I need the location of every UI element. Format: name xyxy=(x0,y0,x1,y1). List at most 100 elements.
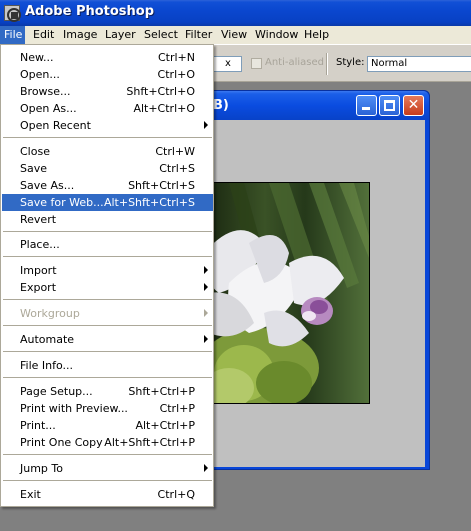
submenu-arrow-icon xyxy=(204,335,208,343)
menu-item-label: Automate xyxy=(20,333,75,346)
menu-item-shortcut: Shft+Ctrl+O xyxy=(126,85,195,98)
menu-item-browse[interactable]: Browse... Shft+Ctrl+O xyxy=(2,83,213,100)
menu-item-label: New... xyxy=(20,51,54,64)
submenu-arrow-icon xyxy=(204,283,208,291)
menu-item-open[interactable]: Open... Ctrl+O xyxy=(2,66,213,83)
menu-item-label: Revert xyxy=(20,213,57,226)
menu-image[interactable]: Image xyxy=(63,26,97,44)
menu-item-shortcut: Shft+Ctrl+S xyxy=(128,179,195,192)
menu-layer[interactable]: Layer xyxy=(105,26,136,44)
menu-item-label: Open As... xyxy=(20,102,77,115)
menu-item-print-with-preview[interactable]: Print with Preview... Ctrl+P xyxy=(2,400,213,417)
menu-file[interactable]: File xyxy=(0,26,25,44)
menu-item-open-as[interactable]: Open As... Alt+Ctrl+O xyxy=(2,100,213,117)
menu-item-print[interactable]: Print... Alt+Ctrl+P xyxy=(2,417,213,434)
file-menu-dropdown: New... Ctrl+N Open... Ctrl+O Browse... S… xyxy=(0,44,214,507)
menu-filter[interactable]: Filter xyxy=(185,26,212,44)
style-label: Style: xyxy=(336,57,365,68)
minimize-icon xyxy=(362,107,370,110)
menu-item-label: Page Setup... xyxy=(20,385,93,398)
menu-item-label: Print... xyxy=(20,419,56,432)
menu-bar: File Edit Image Layer Select Filter View… xyxy=(0,26,471,44)
menu-item-label: Exit xyxy=(20,488,41,501)
menu-separator xyxy=(3,137,212,138)
menu-edit[interactable]: Edit xyxy=(33,26,54,44)
menu-item-label: Browse... xyxy=(20,85,71,98)
menu-item-file-info[interactable]: File Info... xyxy=(2,357,213,374)
feather-field[interactable]: x xyxy=(210,56,242,72)
menu-item-label: Open... xyxy=(20,68,60,81)
close-button[interactable]: ✕ xyxy=(403,95,424,116)
style-select[interactable]: Normal xyxy=(367,56,471,72)
menu-separator xyxy=(3,377,212,378)
menu-item-shortcut: Alt+Ctrl+O xyxy=(133,102,195,115)
anti-aliased-checkbox[interactable] xyxy=(251,58,262,69)
close-icon: ✕ xyxy=(407,97,420,113)
menu-item-shortcut: Ctrl+P xyxy=(159,402,195,415)
menu-item-label: Print One Copy xyxy=(20,436,103,449)
minimize-button[interactable] xyxy=(356,95,377,116)
menu-item-save-for-web[interactable]: Save for Web... Alt+Shft+Ctrl+S xyxy=(2,194,213,211)
menu-item-label: Close xyxy=(20,145,50,158)
app-title: Adobe Photoshop xyxy=(25,4,155,19)
menu-item-revert[interactable]: Revert xyxy=(2,211,213,228)
menu-item-label: Save xyxy=(20,162,48,175)
menu-item-save[interactable]: Save Ctrl+S xyxy=(2,160,213,177)
menu-item-shortcut: Ctrl+W xyxy=(155,145,195,158)
menu-item-new[interactable]: New... Ctrl+N xyxy=(2,49,213,66)
menu-item-label: Open Recent xyxy=(20,119,91,132)
menu-item-page-setup[interactable]: Page Setup... Shft+Ctrl+P xyxy=(2,383,213,400)
menu-item-label: Place... xyxy=(20,238,60,251)
submenu-arrow-icon xyxy=(204,309,208,317)
photoshop-app-icon[interactable] xyxy=(4,5,21,22)
menu-item-exit[interactable]: Exit Ctrl+Q xyxy=(2,486,213,503)
menu-item-label: Save As... xyxy=(20,179,75,192)
menu-item-open-recent[interactable]: Open Recent xyxy=(2,117,213,134)
maximize-button[interactable] xyxy=(379,95,400,116)
menu-separator xyxy=(3,256,212,257)
menu-item-label: File Info... xyxy=(20,359,74,372)
menu-item-shortcut: Ctrl+N xyxy=(157,51,195,64)
menu-item-print-one-copy[interactable]: Print One Copy Alt+Shft+Ctrl+P xyxy=(2,434,213,451)
app-title-bar[interactable]: Adobe Photoshop xyxy=(0,0,471,26)
flower-image[interactable] xyxy=(208,182,370,404)
menu-item-workgroup: Workgroup xyxy=(2,305,213,322)
menu-item-shortcut: Alt+Ctrl+P xyxy=(135,419,195,432)
menu-item-shortcut: Ctrl+S xyxy=(159,162,195,175)
menu-item-shortcut: Alt+Shft+Ctrl+S xyxy=(103,196,195,209)
menu-item-save-as[interactable]: Save As... Shft+Ctrl+S xyxy=(2,177,213,194)
menu-separator xyxy=(3,454,212,455)
menu-window[interactable]: Window xyxy=(255,26,298,44)
menu-item-label: Print with Preview... xyxy=(20,402,128,415)
menu-item-shortcut: Alt+Shft+Ctrl+P xyxy=(104,436,195,449)
menu-help[interactable]: Help xyxy=(304,26,329,44)
menu-item-label: Export xyxy=(20,281,57,294)
menu-item-export[interactable]: Export xyxy=(2,279,213,296)
options-divider xyxy=(326,53,328,75)
menu-select[interactable]: Select xyxy=(144,26,178,44)
menu-item-label: Workgroup xyxy=(20,307,80,320)
menu-item-label: Import xyxy=(20,264,57,277)
menu-item-jump-to[interactable]: Jump To xyxy=(2,460,213,477)
document-title: B) xyxy=(213,98,229,113)
submenu-arrow-icon xyxy=(204,266,208,274)
menu-item-close[interactable]: Close Ctrl+W xyxy=(2,143,213,160)
menu-item-automate[interactable]: Automate xyxy=(2,331,213,348)
menu-item-import[interactable]: Import xyxy=(2,262,213,279)
menu-view[interactable]: View xyxy=(221,26,247,44)
document-title-bar[interactable]: B) ✕ xyxy=(201,91,429,120)
menu-item-label: Jump To xyxy=(20,462,63,475)
submenu-arrow-icon xyxy=(204,121,208,129)
menu-item-place[interactable]: Place... xyxy=(2,236,213,253)
submenu-arrow-icon xyxy=(204,464,208,472)
menu-item-shortcut: Ctrl+Q xyxy=(157,488,195,501)
menu-item-shortcut: Ctrl+O xyxy=(157,68,195,81)
menu-separator xyxy=(3,480,212,481)
menu-separator xyxy=(3,351,212,352)
flower-image-graphic xyxy=(209,183,369,403)
menu-separator xyxy=(3,231,212,232)
menu-separator xyxy=(3,299,212,300)
maximize-icon xyxy=(384,100,395,111)
anti-aliased-label: Anti-aliased xyxy=(265,57,325,68)
menu-item-shortcut: Shft+Ctrl+P xyxy=(128,385,195,398)
